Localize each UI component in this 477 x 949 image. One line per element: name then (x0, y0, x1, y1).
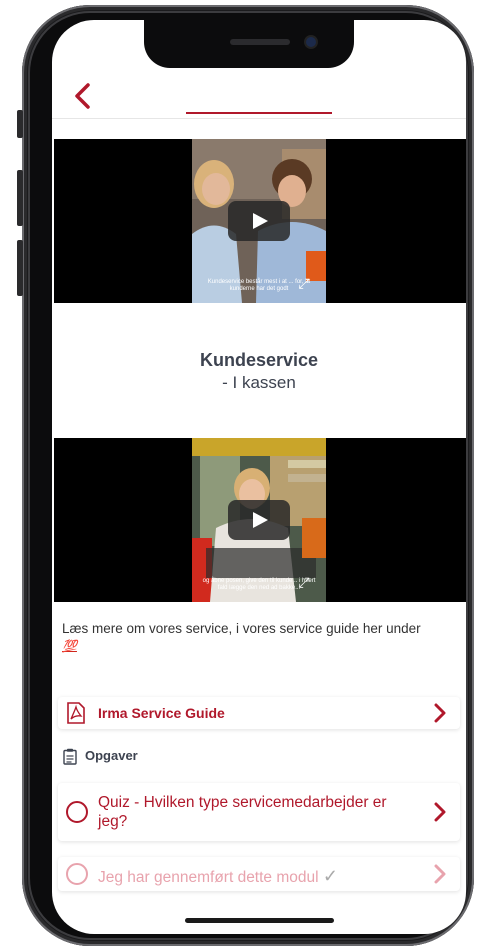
video-player-1[interactable]: Kundeservice består mest i at ... for, a… (54, 139, 466, 303)
header-divider (52, 118, 466, 119)
chevron-left-icon (75, 83, 90, 109)
play-button-2[interactable] (228, 500, 290, 540)
module-complete-label: Jeg har gennemført dette modul ✓ (98, 866, 338, 887)
section-title: Kundeservice (199, 350, 319, 370)
volume-down-button (17, 240, 23, 296)
clipboard-icon (63, 748, 77, 765)
fullscreen-icon[interactable]: ⤢ (296, 574, 312, 590)
mute-switch (17, 110, 23, 138)
video-player-2[interactable]: og åbne posen, give den til kunde... i h… (54, 438, 466, 602)
chevron-right-icon (434, 864, 446, 884)
fullscreen-icon[interactable]: ⤢ (296, 275, 312, 291)
chevron-right-icon (434, 802, 446, 822)
tasks-heading: Opgaver (85, 748, 138, 763)
description-body: Læs mere om vores service, i vores servi… (62, 621, 421, 636)
module-complete-text: Jeg har gennemført dette modul (98, 869, 319, 886)
quiz-task[interactable]: Quiz - Hvilken type servicemedarbejder e… (58, 783, 460, 841)
title-underline (186, 112, 332, 114)
chevron-right-icon (434, 703, 446, 723)
back-button[interactable] (72, 82, 94, 110)
play-button-1[interactable] (228, 201, 290, 241)
checkmark-icon: ✓ (322, 866, 338, 886)
home-indicator[interactable] (185, 918, 334, 923)
pdf-icon (67, 702, 85, 724)
hundred-emoji: 💯 (62, 639, 77, 653)
section-subtitle: - I kassen (222, 373, 296, 392)
task-status-circle (66, 863, 88, 885)
volume-up-button (17, 170, 23, 226)
quiz-label: Quiz - Hvilken type servicemedarbejder e… (98, 794, 387, 830)
module-complete-task[interactable]: Jeg har gennemført dette modul ✓ (58, 857, 460, 891)
service-guide-link[interactable]: Irma Service Guide (58, 697, 460, 729)
speaker-grille (230, 39, 290, 45)
front-camera (306, 37, 316, 47)
description-text: Læs mere om vores service, i vores servi… (62, 620, 462, 655)
task-status-circle (66, 801, 88, 823)
service-guide-label: Irma Service Guide (98, 705, 225, 721)
